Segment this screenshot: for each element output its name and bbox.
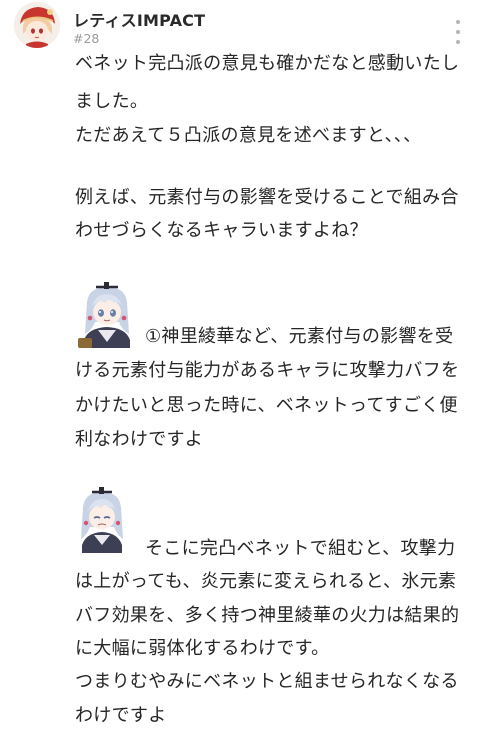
comment-line: ベネット完凸派の意見も確かだなと感動いたし bbox=[75, 53, 460, 74]
user-avatar[interactable] bbox=[14, 2, 60, 48]
comment-line: ①神里綾華など、元素付与の影響を受 bbox=[145, 326, 454, 347]
ayaka-sticker bbox=[74, 487, 130, 553]
comment-line: わせづらくなるキャラいますよね？ bbox=[75, 220, 368, 241]
comment-line: は上がっても、炎元素に変えられると、氷元素 bbox=[75, 571, 457, 592]
klee-avatar-icon bbox=[14, 2, 60, 48]
comment-line: つまりむやみにベネットと組ませられなくなる bbox=[75, 671, 459, 692]
username[interactable]: レティスIMPACT bbox=[73, 7, 205, 31]
comment-line: ました。 bbox=[75, 91, 149, 112]
comment-line: ただあえて５凸派の意見を述べますと、、、 bbox=[75, 125, 422, 146]
comment-line: 例えば、元素付与の影響を受けることで組み合 bbox=[75, 187, 459, 208]
comment-post: レティスIMPACT #28 ベネット完凸派の意見も確かだなと感動いたし ました… bbox=[0, 0, 480, 751]
more-vertical-icon bbox=[456, 20, 460, 24]
comment-line: に大幅に弱体化するわけです。 bbox=[75, 638, 330, 659]
comment-line: バフ効果を、多く持つ神里綾華の火力は結果的 bbox=[75, 605, 460, 626]
comment-line: そこに完凸ベネットで組むと、攻撃力 bbox=[145, 538, 456, 559]
more-options-button[interactable] bbox=[448, 20, 468, 44]
ayaka-sticker-icon bbox=[78, 282, 130, 348]
ayaka-sticker-icon bbox=[81, 487, 123, 553]
post-number: #28 bbox=[73, 31, 100, 46]
comment-line: かけたいと思った時に、ベネットってすごく便 bbox=[75, 395, 458, 416]
ayaka-sticker bbox=[74, 282, 140, 350]
comment-line: ける元素付与能力があるキャラに攻撃力バフを bbox=[75, 360, 460, 381]
comment-line: わけですよ bbox=[75, 705, 167, 726]
comment-line: 利なわけですよ bbox=[75, 429, 204, 450]
